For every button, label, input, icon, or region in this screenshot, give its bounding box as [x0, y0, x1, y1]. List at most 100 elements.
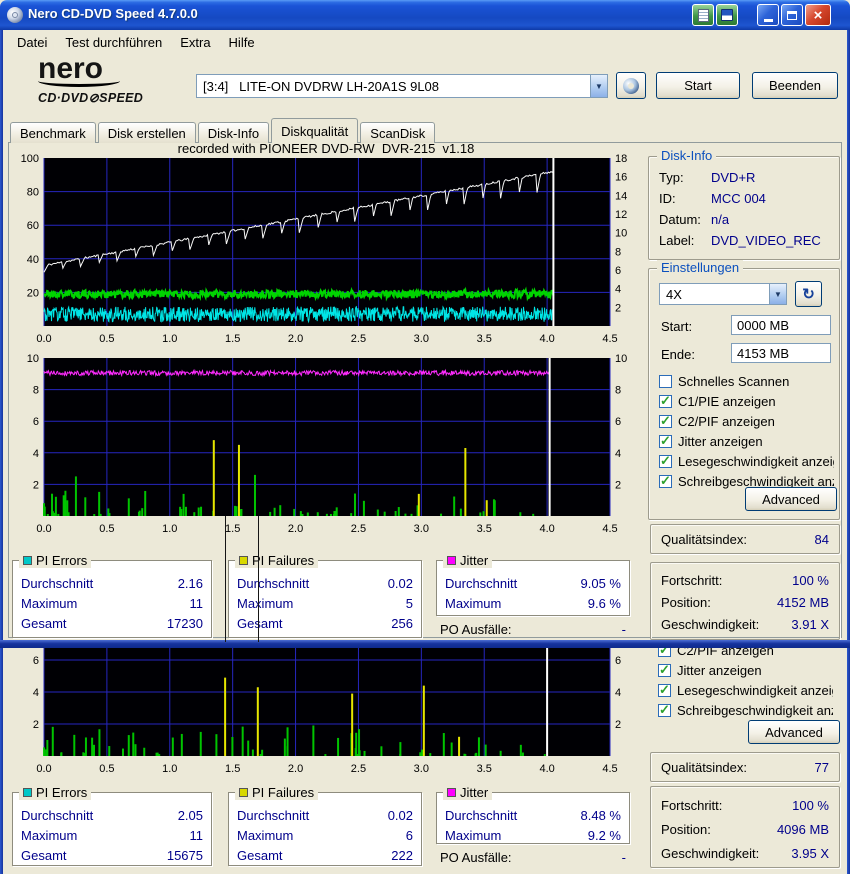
disc-info-button[interactable] [616, 72, 646, 99]
close-button[interactable]: × [805, 4, 831, 26]
svg-text:2.5: 2.5 [351, 333, 366, 345]
checkbox-label: Jitter anzeigen [677, 663, 762, 678]
checkbox2-schreibgeschwindigkeit-anzeigen[interactable]: Schreibgeschwindigkeit anzeigen [658, 700, 836, 720]
checkbox-lesegeschwindigkeit-anzeigen[interactable]: Lesegeschwindigkeit anzeigen [659, 451, 837, 471]
tab-benchmark[interactable]: Benchmark [10, 122, 96, 143]
quality-index-value: 84 [815, 532, 829, 547]
settings-group: Einstellungen 4X ▼ ↻ Start: 0000 MB Ende… [648, 268, 840, 520]
stat-row: Maximum11 [13, 825, 211, 845]
checkbox-checked-icon [659, 455, 672, 468]
tab-disk-info[interactable]: Disk-Info [198, 122, 269, 143]
svg-text:4.5: 4.5 [602, 523, 617, 535]
maximize-button[interactable] [781, 4, 803, 26]
tab-bar: BenchmarkDisk erstellenDisk-InfoDiskqual… [10, 118, 437, 143]
main-window: Nero CD-DVD Speed 4.7.0.0 × DateiTest du… [0, 0, 850, 640]
checkbox-label: C1/PIE anzeigen [678, 394, 776, 409]
checkbox-checked-icon [658, 704, 671, 717]
stat-row: Durchschnitt2.16 [13, 573, 211, 593]
svg-text:3.0: 3.0 [414, 333, 429, 345]
advanced-button[interactable]: Advanced [745, 487, 837, 511]
svg-text:2: 2 [615, 302, 621, 314]
stat-row: Durchschnitt0.02 [229, 805, 421, 825]
stat-row: Durchschnitt2.05 [13, 805, 211, 825]
save-results-button[interactable] [716, 4, 738, 26]
window-border-seam [0, 640, 850, 648]
info-row: Fortschritt:100 % [651, 569, 839, 591]
svg-text:3.5: 3.5 [477, 523, 492, 535]
quality-index-group: Qualitätsindex: 84 [650, 524, 840, 554]
quality-index-label: Qualitätsindex: [661, 532, 747, 547]
tab-disk-erstellen[interactable]: Disk erstellen [98, 122, 196, 143]
menu-extra[interactable]: Extra [171, 32, 219, 53]
svg-text:0.5: 0.5 [99, 523, 114, 535]
pi-failures-marker-icon [239, 788, 248, 797]
svg-text:80: 80 [27, 187, 39, 199]
end-position-field[interactable]: 4153 MB [731, 343, 831, 363]
refresh-speeds-button[interactable]: ↻ [795, 281, 822, 307]
disc-icon [623, 78, 639, 94]
chevron-down-icon[interactable]: ▼ [590, 75, 607, 97]
start-button[interactable]: Start [656, 72, 740, 99]
quality-index-label-2: Qualitätsindex: [661, 760, 747, 775]
svg-text:4.0: 4.0 [539, 333, 554, 345]
minimize-button[interactable] [757, 4, 779, 26]
checkbox-checked-icon [659, 475, 672, 488]
svg-text:6: 6 [615, 655, 621, 667]
checkbox-label: Lesegeschwindigkeit anzeigen [678, 454, 834, 469]
disk-info-row: Typ:DVD+R [649, 167, 839, 188]
checkbox-jitter-anzeigen[interactable]: Jitter anzeigen [659, 431, 837, 451]
tab-diskqualit-t[interactable]: Diskqualität [271, 118, 358, 143]
svg-text:40: 40 [27, 254, 39, 266]
menu-test-durchf-hren[interactable]: Test durchführen [56, 32, 171, 53]
svg-text:60: 60 [27, 220, 39, 232]
disk-info-title: Disk-Info [657, 148, 716, 163]
checkbox-checked-icon [659, 415, 672, 428]
svg-text:4.5: 4.5 [602, 763, 617, 775]
drive-select-combo[interactable]: [3:4] LITE-ON DVDRW LH-20A1S 9L08 ▼ [196, 74, 608, 98]
window2-border-left [0, 648, 3, 874]
checkbox-icon [659, 375, 672, 388]
progress-group: Fortschritt:100 %Position:4152 MBGeschwi… [650, 562, 840, 640]
report-button[interactable] [692, 4, 714, 26]
start-position-label: Start: [661, 319, 692, 334]
end-position-label: Ende: [661, 347, 695, 362]
info-row: Geschwindigkeit:3.91 X [651, 613, 839, 635]
tab-scandisk[interactable]: ScanDisk [360, 122, 435, 143]
checkbox-c2-pif-anzeigen[interactable]: C2/PIF anzeigen [659, 411, 837, 431]
stat-row: Durchschnitt8.48 % [437, 805, 629, 825]
title-bar[interactable]: Nero CD-DVD Speed 4.7.0.0 × [0, 0, 850, 30]
stats-group-title: PI Failures [235, 553, 318, 568]
svg-text:3.5: 3.5 [477, 333, 492, 345]
stats-group-pi-errors: PI ErrorsDurchschnitt2.05Maximum11Gesamt… [12, 792, 212, 866]
checkbox-c1-pie-anzeigen[interactable]: C1/PIE anzeigen [659, 391, 837, 411]
menu-hilfe[interactable]: Hilfe [220, 32, 264, 53]
settings-checkboxes: Schnelles Scannen C1/PIE anzeigen C2/PIF a… [659, 371, 837, 491]
svg-text:3.5: 3.5 [477, 763, 492, 775]
po-failures-row: PO Ausfälle:- [440, 850, 626, 865]
stat-row: Gesamt15675 [13, 845, 211, 865]
svg-text:1.5: 1.5 [225, 523, 240, 535]
checkbox-checked-icon [658, 684, 671, 697]
svg-text:18: 18 [615, 153, 627, 165]
svg-text:8: 8 [33, 385, 39, 397]
menu-datei[interactable]: Datei [8, 32, 56, 53]
checkbox2-lesegeschwindigkeit-anzeigen[interactable]: Lesegeschwindigkeit anzeigen [658, 680, 836, 700]
quit-button[interactable]: Beenden [752, 72, 838, 99]
stats-group-title: PI Errors [19, 785, 91, 800]
scan-speed-combo[interactable]: 4X ▼ [659, 283, 787, 305]
checkbox2-jitter-anzeigen[interactable]: Jitter anzeigen [658, 660, 836, 680]
checkbox-schnelles-scannen[interactable]: Schnelles Scannen [659, 371, 837, 391]
progress-group-2: Fortschritt:100 %Position:4096 MBGeschwi… [650, 786, 840, 868]
start-position-field[interactable]: 0000 MB [731, 315, 831, 335]
chevron-down-icon[interactable]: ▼ [769, 284, 786, 304]
svg-text:0.0: 0.0 [36, 763, 51, 775]
stats-group-jitter: JitterDurchschnitt9.05 %Maximum9.6 % [436, 560, 630, 616]
svg-text:2.0: 2.0 [288, 523, 303, 535]
checkbox-checked-icon [659, 395, 672, 408]
svg-text:0.0: 0.0 [36, 333, 51, 345]
minimize-icon [764, 19, 773, 22]
disk-info-row: Label:DVD_VIDEO_REC [649, 230, 839, 251]
stat-row: Durchschnitt9.05 % [437, 573, 629, 593]
advanced-button-2[interactable]: Advanced [748, 720, 840, 744]
svg-text:4: 4 [33, 448, 39, 460]
